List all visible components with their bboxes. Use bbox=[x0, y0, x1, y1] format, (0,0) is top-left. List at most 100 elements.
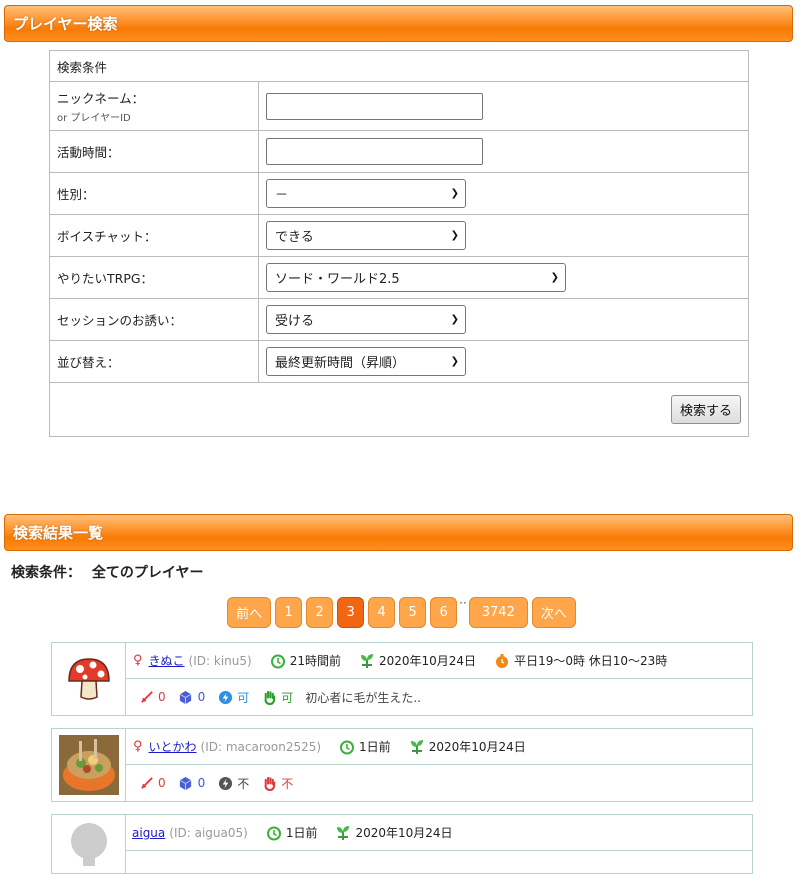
search-results-header: 検索結果一覧 bbox=[4, 514, 793, 551]
nickname-label-cell: ニックネーム： or プレイヤーID bbox=[49, 81, 259, 131]
last-active-icon bbox=[270, 654, 285, 668]
player-summary-row: ♀ きぬこ (ID: kinu5) 21時間前 2020年10月24日 平日19… bbox=[126, 643, 752, 679]
player-detail-row: 0 0 不 不 bbox=[126, 765, 752, 801]
player-id: (ID: kinu5) bbox=[188, 653, 252, 668]
chevron-down-icon: ❯ bbox=[450, 356, 459, 367]
session-invite-label: セッションのお誘い： bbox=[49, 298, 259, 341]
voice-chat-selected: できる bbox=[275, 230, 314, 245]
gender-selected: － bbox=[275, 188, 289, 203]
gender-label: 性別： bbox=[49, 172, 259, 215]
stopwatch-icon bbox=[496, 653, 509, 668]
voice-status: 不 bbox=[237, 776, 250, 791]
page-button-6[interactable]: 6 bbox=[430, 597, 458, 628]
trpg-select-cell: ソード・ワールド2.5 ❯ bbox=[258, 256, 749, 299]
player-id: (ID: aigua05) bbox=[169, 825, 248, 840]
dice-icon bbox=[178, 689, 194, 705]
pl-count: 0 bbox=[197, 776, 206, 790]
sort-label: 並び替え： bbox=[49, 340, 259, 383]
sort-select-cell: 最終更新時間（昇順） ❯ bbox=[258, 340, 749, 383]
voice-chat-off-icon bbox=[217, 775, 233, 791]
pl-count: 0 bbox=[197, 690, 206, 704]
trpg-selected: ソード・ワールド2.5 bbox=[275, 272, 400, 287]
player-card: ♀ いとかわ (ID: macaroon2525) 1日前 2020年10月24… bbox=[51, 728, 753, 802]
chevron-down-icon: ❯ bbox=[450, 188, 459, 199]
voice-status: 可 bbox=[237, 690, 250, 705]
trpg-select[interactable]: ソード・ワールド2.5 ❯ bbox=[266, 263, 566, 292]
gender-select[interactable]: － ❯ bbox=[266, 179, 466, 208]
page-button-4[interactable]: 4 bbox=[368, 597, 396, 628]
next-page-button[interactable]: 次へ bbox=[531, 597, 576, 628]
last-active-text: 1日前 bbox=[285, 826, 318, 840]
player-name-link[interactable]: aigua bbox=[132, 826, 165, 840]
default-avatar-icon bbox=[70, 823, 107, 866]
female-icon: ♀ bbox=[133, 739, 143, 754]
last-active-icon bbox=[266, 826, 281, 840]
session-invite-select[interactable]: 受ける ❯ bbox=[266, 305, 466, 334]
search-form: 検索条件 ニックネーム： or プレイヤーID 活動時間： 性別： － ❯ ボイ… bbox=[49, 50, 749, 437]
trpg-label: やりたいTRPG： bbox=[49, 256, 259, 299]
avatar[interactable] bbox=[52, 643, 126, 715]
sword-icon bbox=[138, 689, 154, 705]
player-summary-row: ♀ いとかわ (ID: macaroon2525) 1日前 2020年10月24… bbox=[126, 729, 752, 765]
female-icon: ♀ bbox=[133, 653, 143, 668]
chevron-down-icon: ❯ bbox=[450, 314, 459, 325]
chevron-down-icon: ❯ bbox=[450, 230, 459, 241]
gm-count: 0 bbox=[158, 690, 166, 704]
page-button-2[interactable]: 2 bbox=[306, 597, 334, 628]
player-search-header: プレイヤー検索 bbox=[4, 5, 793, 42]
nickname-input[interactable] bbox=[266, 92, 483, 120]
voice-chat-select[interactable]: できる ❯ bbox=[266, 221, 466, 250]
player-comment: 初心者に毛が生えた.. bbox=[305, 690, 421, 705]
voice-chat-label: ボイスチャット： bbox=[49, 214, 259, 257]
sword-icon bbox=[138, 775, 154, 791]
chevron-down-icon: ❯ bbox=[550, 272, 559, 283]
hand-icon bbox=[261, 775, 277, 791]
registered-date: 2020年10月24日 bbox=[378, 654, 477, 668]
active-time-input-cell bbox=[258, 130, 749, 173]
nickname-input-cell bbox=[258, 81, 749, 131]
mushroom-avatar-icon bbox=[67, 658, 110, 700]
sort-select[interactable]: 最終更新時間（昇順） ❯ bbox=[266, 347, 466, 376]
voice-chat-icon bbox=[217, 689, 233, 705]
active-time-input[interactable] bbox=[266, 138, 483, 165]
condition-value: 全てのプレイヤー bbox=[91, 565, 204, 581]
player-summary-row: aigua (ID: aigua05) 1日前 2020年10月24日 bbox=[126, 815, 752, 851]
page-button-1[interactable]: 1 bbox=[275, 597, 303, 628]
registered-date: 2020年10月24日 bbox=[428, 740, 526, 754]
session-invite-select-cell: 受ける ❯ bbox=[258, 298, 749, 341]
registered-date: 2020年10月24日 bbox=[355, 826, 453, 840]
pagination-ellipsis: ·· bbox=[459, 596, 467, 610]
search-button[interactable]: 検索する bbox=[670, 395, 741, 424]
pagination: 前へ 1 2 3 4 5 6 ·· 3742 次へ bbox=[0, 597, 803, 628]
food-photo-avatar-icon bbox=[58, 735, 119, 795]
search-results-title: 検索結果一覧 bbox=[13, 524, 104, 542]
nickname-label: ニックネーム： bbox=[57, 91, 145, 106]
invite-status: 不 bbox=[281, 776, 294, 791]
player-id: (ID: macaroon2525) bbox=[200, 739, 322, 754]
last-active-icon bbox=[340, 740, 355, 754]
sprout-icon bbox=[410, 739, 423, 754]
search-button-cell: 検索する bbox=[49, 382, 749, 437]
search-condition-summary: 検索条件： 全てのプレイヤー bbox=[11, 562, 209, 582]
sprout-icon bbox=[337, 825, 350, 840]
sprout-icon bbox=[360, 653, 373, 668]
player-search-title: プレイヤー検索 bbox=[13, 15, 118, 33]
voice-chat-select-cell: できる ❯ bbox=[258, 214, 749, 257]
player-name-link[interactable]: いとかわ bbox=[149, 738, 197, 755]
last-page-button[interactable]: 3742 bbox=[468, 597, 528, 628]
player-detail-row: 0 0 可 可 初心者に毛が生えた.. bbox=[126, 679, 752, 715]
page-button-5[interactable]: 5 bbox=[399, 597, 427, 628]
avatar[interactable] bbox=[52, 815, 126, 873]
session-invite-selected: 受ける bbox=[275, 314, 315, 329]
player-card: aigua (ID: aigua05) 1日前 2020年10月24日 bbox=[51, 814, 753, 874]
player-name-link[interactable]: きぬこ bbox=[149, 652, 185, 669]
last-active-text: 21時間前 bbox=[289, 654, 341, 668]
last-active-text: 1日前 bbox=[359, 740, 391, 754]
nickname-sublabel: or プレイヤーID bbox=[57, 113, 131, 124]
conditions-header: 検索条件 bbox=[49, 50, 749, 82]
avatar[interactable] bbox=[52, 729, 126, 801]
prev-page-button[interactable]: 前へ bbox=[227, 597, 272, 628]
page-button-3-current[interactable]: 3 bbox=[337, 597, 365, 628]
sort-selected: 最終更新時間（昇順） bbox=[275, 356, 406, 371]
player-card: ♀ きぬこ (ID: kinu5) 21時間前 2020年10月24日 平日19… bbox=[51, 642, 753, 716]
